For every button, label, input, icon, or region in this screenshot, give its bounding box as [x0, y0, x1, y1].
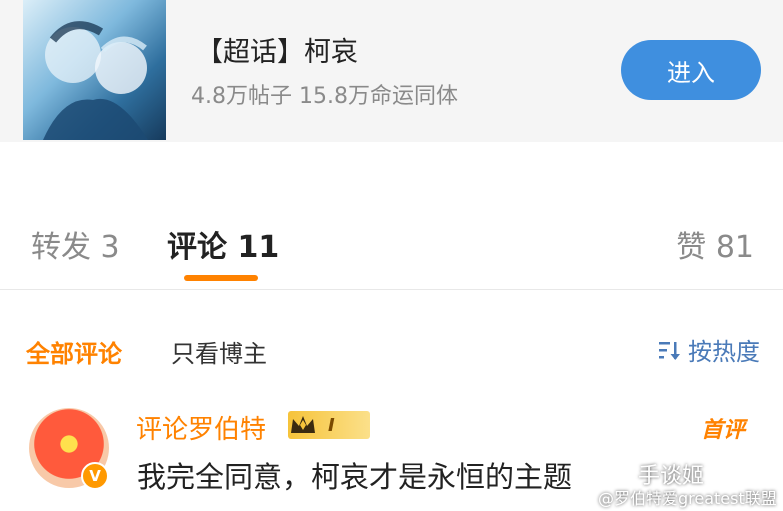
comment-username[interactable]: 评论罗伯特 — [136, 409, 266, 446]
verified-badge-icon: V — [81, 462, 109, 490]
tab-like[interactable]: 赞 81 — [676, 222, 754, 266]
first-comment-badge: 首评 — [700, 418, 745, 443]
tab-comment[interactable]: 评论 11 — [167, 222, 279, 266]
crown-icon — [291, 416, 315, 433]
super-topic-card[interactable]: 【超话】柯哀 4.8万帖子 15.8万命运同体 进入 — [0, 0, 783, 142]
enter-topic-button[interactable]: 进入 — [621, 40, 761, 100]
topic-stats: 4.8万帖子 15.8万命运同体 — [191, 84, 458, 109]
cover-illustration — [43, 21, 148, 140]
topic-title[interactable]: 【超话】柯哀 — [196, 30, 358, 69]
fan-level-label: I — [328, 414, 335, 436]
filter-owner-only[interactable]: 只看博主 — [171, 334, 267, 369]
watermark-handle: @罗伯特爱greatest联盟 — [598, 489, 777, 508]
sort-label: 按热度 — [688, 338, 760, 366]
active-tab-indicator — [184, 275, 258, 281]
comment-filter-bar: 全部评论 只看博主 按热度 — [0, 320, 783, 376]
comment-text: 我完全同意，柯哀才是永恒的主题 — [137, 460, 573, 494]
tab-repost[interactable]: 转发 3 — [31, 222, 120, 266]
sort-by-popularity-button[interactable]: 按热度 — [658, 332, 760, 367]
topic-cover-image[interactable] — [23, 0, 166, 140]
comment-item: V 评论罗伯特 I 首评 我完全同意，柯哀才是永恒的主题 手谈姬 @罗伯特爱gr… — [0, 400, 783, 511]
filter-all-comments[interactable]: 全部评论 — [26, 334, 122, 369]
fan-level-badge: I — [288, 411, 370, 439]
interaction-tabs: 转发 3 评论 11 赞 81 — [0, 196, 783, 290]
sort-icon — [659, 341, 680, 360]
